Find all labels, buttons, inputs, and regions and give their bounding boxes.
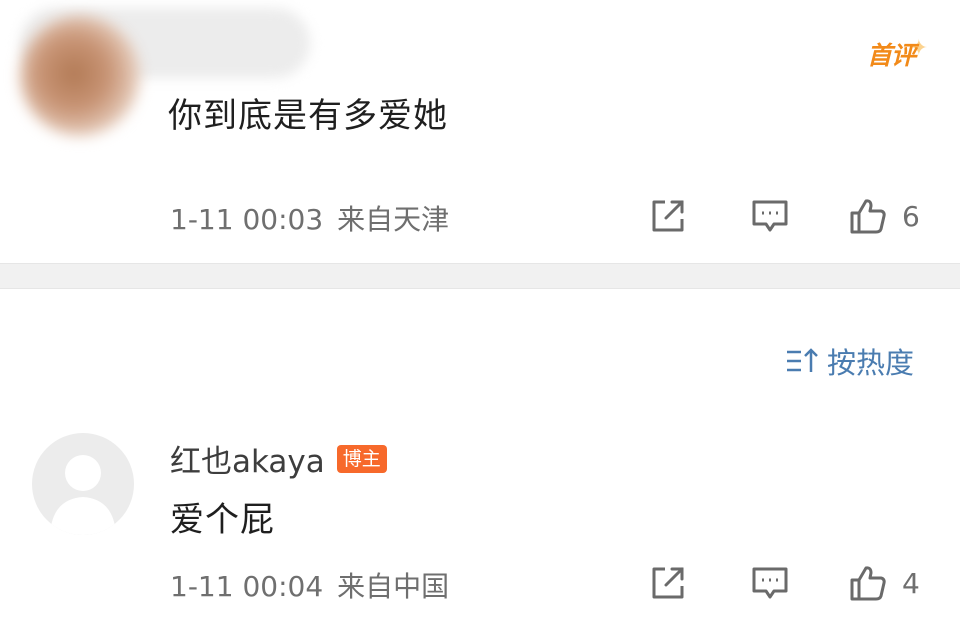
like-icon[interactable]: [848, 563, 888, 603]
comment-text: 你到底是有多爱她: [168, 96, 448, 136]
comment-icon[interactable]: [750, 196, 790, 236]
like-icon[interactable]: [848, 196, 888, 236]
comment-author: 红也akaya 博主: [170, 436, 387, 481]
avatar[interactable]: [20, 16, 140, 136]
comment-meta: 1-11 00:03 来自天津: [170, 198, 449, 238]
comment-text: 爱个屁: [170, 500, 275, 540]
comment-location: 来自中国: [337, 570, 450, 603]
share-icon[interactable]: [648, 196, 688, 236]
comment-time: 1-11 00:03: [170, 203, 324, 236]
username[interactable]: 红也akaya: [170, 436, 325, 481]
avatar[interactable]: [32, 433, 134, 535]
like-button[interactable]: 6: [848, 196, 920, 236]
blogger-badge: 博主: [336, 444, 387, 473]
sort-by-hot-button[interactable]: 按热度: [785, 340, 914, 382]
default-avatar-icon: [50, 455, 116, 535]
like-count: 6: [902, 199, 920, 233]
comment-icon[interactable]: [750, 563, 790, 603]
share-icon[interactable]: [648, 563, 688, 603]
comment-meta: 1-11 00:04 来自中国: [170, 565, 449, 605]
comment-time: 1-11 00:04: [170, 570, 324, 603]
like-button[interactable]: 4: [848, 563, 920, 603]
sort-icon: [787, 348, 818, 372]
sort-label: 按热度: [827, 346, 915, 380]
like-count: 4: [902, 566, 920, 600]
section-divider: [0, 263, 960, 289]
comment-location: 来自天津: [337, 203, 450, 236]
first-comment-badge: ✦ 首评: [866, 36, 928, 70]
